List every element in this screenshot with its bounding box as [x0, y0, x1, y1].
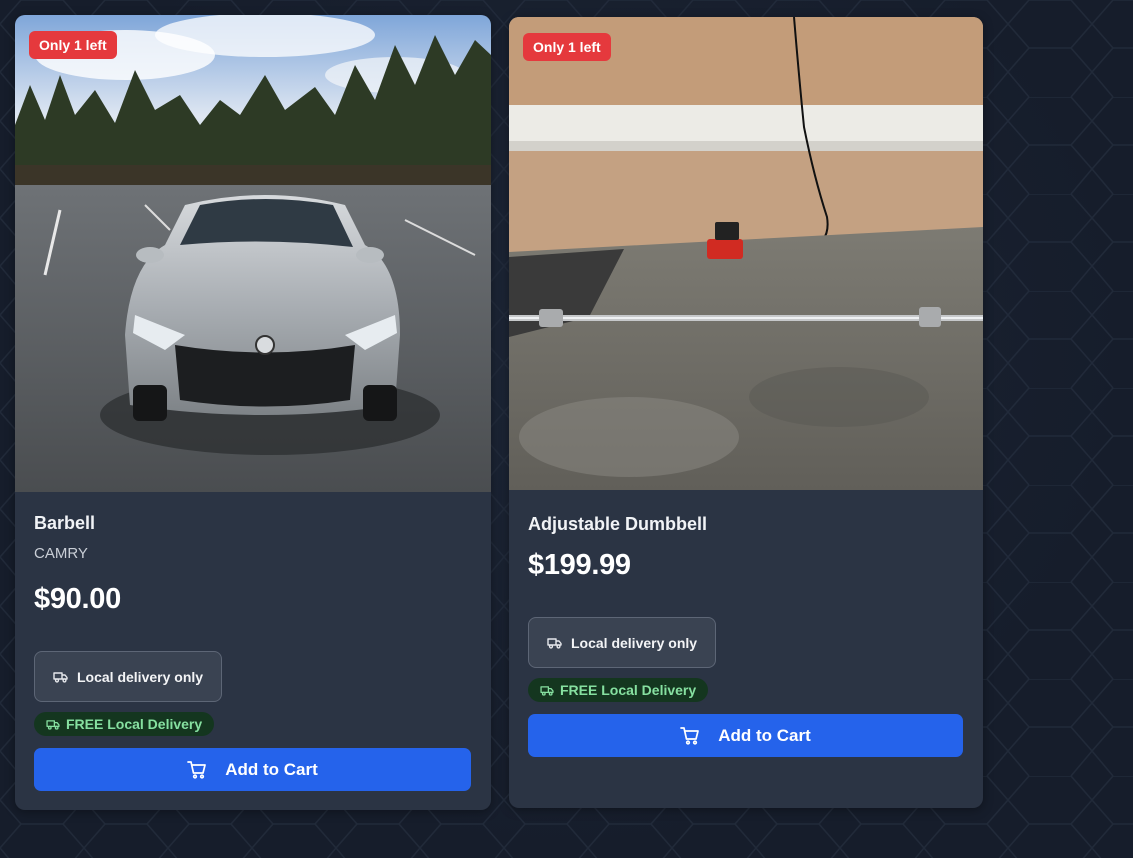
- add-to-cart-label: Add to Cart: [225, 759, 318, 779]
- free-delivery-badge: FREE Local Delivery: [528, 678, 709, 702]
- shopping-cart-icon: [187, 760, 207, 779]
- product-image[interactable]: Only 1 left: [509, 17, 983, 490]
- product-title[interactable]: Adjustable Dumbbell: [528, 490, 964, 535]
- product-card[interactable]: Only 1 left Adjustable Dumbbell $199.99 …: [509, 17, 983, 808]
- delivery-label: Local delivery only: [571, 634, 698, 651]
- product-image[interactable]: Only 1 left: [15, 15, 491, 492]
- truck-icon: [53, 671, 68, 683]
- product-price: $90.00: [34, 583, 121, 615]
- delivery-label: Local delivery only: [77, 668, 204, 685]
- add-to-cart-label: Add to Cart: [718, 725, 811, 745]
- delivery-option: Local delivery only: [34, 651, 223, 702]
- add-to-cart-button[interactable]: Add to Cart: [34, 748, 471, 791]
- car-photo: [15, 15, 491, 492]
- delivery-option: Local delivery only: [528, 617, 717, 668]
- shopping-cart-icon: [680, 726, 700, 745]
- free-delivery-badge: FREE Local Delivery: [34, 712, 215, 736]
- truck-icon: [547, 637, 562, 649]
- stock-badge: Only 1 left: [29, 31, 117, 59]
- stock-badge: Only 1 left: [523, 33, 611, 61]
- truck-icon: [540, 685, 554, 696]
- product-title[interactable]: Barbell: [34, 492, 472, 534]
- free-delivery-label: FREE Local Delivery: [66, 716, 203, 732]
- product-card[interactable]: Only 1 left Barbell CAMRY $90.00 Local d…: [15, 15, 491, 810]
- barbell-photo: [509, 17, 983, 490]
- add-to-cart-button[interactable]: Add to Cart: [528, 714, 963, 757]
- truck-icon: [46, 719, 60, 730]
- product-price: $199.99: [528, 549, 631, 581]
- product-subtitle: CAMRY: [34, 545, 88, 562]
- free-delivery-label: FREE Local Delivery: [560, 682, 697, 698]
